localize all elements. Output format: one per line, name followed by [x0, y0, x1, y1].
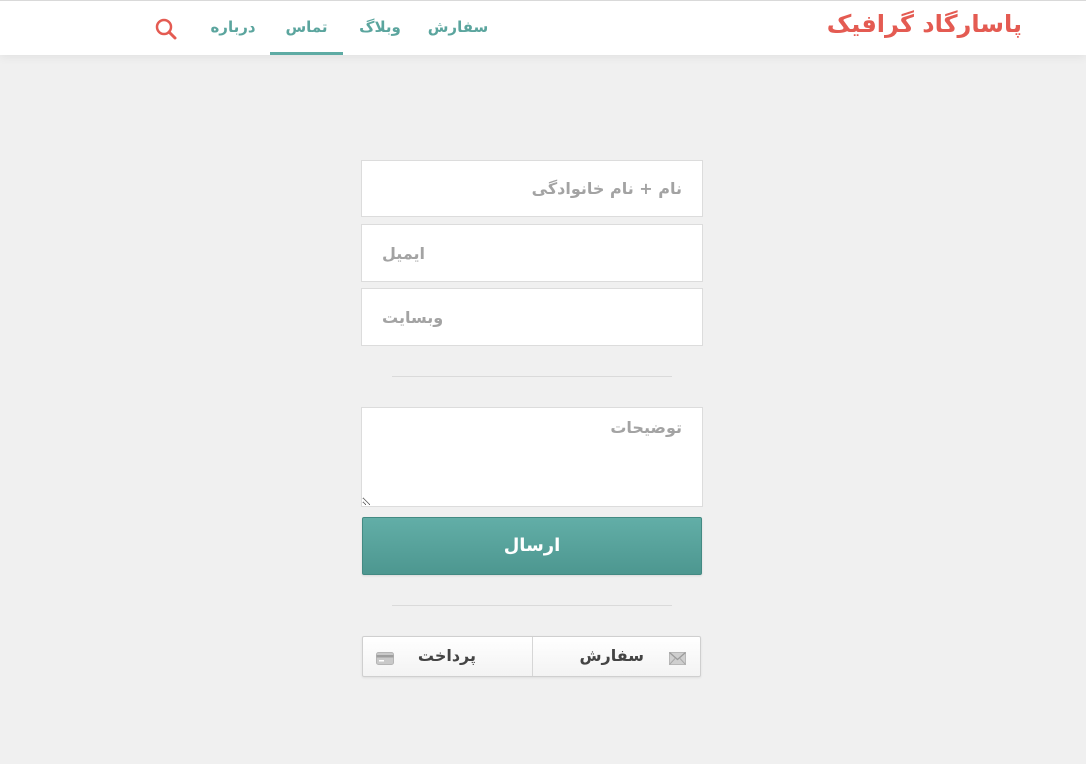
top-navbar: پاسارگاد گرافیک سفارش وبلاگ تماس درباره	[0, 0, 1086, 55]
send-button[interactable]: ارسال	[362, 517, 702, 575]
search-icon[interactable]	[154, 17, 178, 41]
name-field[interactable]	[361, 160, 703, 217]
order-button[interactable]: سفارش	[532, 637, 700, 676]
section-divider	[392, 605, 672, 606]
website-field[interactable]	[361, 288, 703, 346]
email-field[interactable]	[361, 224, 703, 282]
nav-item-order[interactable]: سفارش	[420, 1, 496, 55]
description-field[interactable]	[361, 407, 703, 507]
nav-item-blog[interactable]: وبلاگ	[345, 1, 415, 55]
section-divider	[392, 376, 672, 377]
credit-card-icon	[376, 650, 394, 669]
nav-item-about[interactable]: درباره	[200, 1, 266, 55]
order-button-label: سفارش	[579, 646, 644, 665]
action-button-group: پرداخت سفارش	[362, 636, 701, 677]
payment-button-label: پرداخت	[417, 646, 476, 665]
envelope-icon	[669, 650, 686, 669]
payment-button[interactable]: پرداخت	[363, 637, 533, 676]
nav-item-contact[interactable]: تماس	[270, 1, 343, 55]
site-logo[interactable]: پاسارگاد گرافیک	[827, 10, 1022, 38]
